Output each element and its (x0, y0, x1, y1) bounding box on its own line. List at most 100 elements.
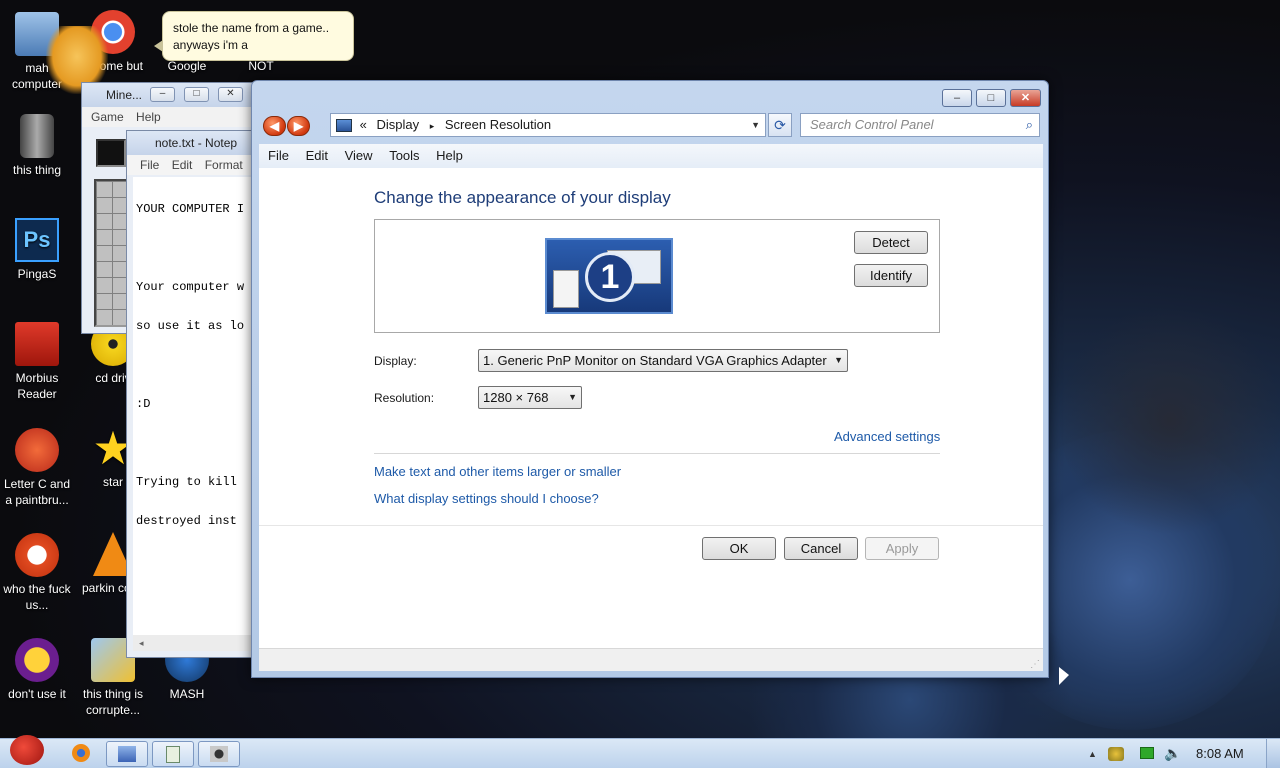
start-button[interactable] (2, 731, 50, 768)
menu-file[interactable]: File (268, 148, 289, 163)
control-panel-icon (336, 119, 352, 133)
minesweeper-titlebar[interactable]: Mine... – □ ✕ (82, 83, 252, 107)
text-line (136, 437, 251, 450)
minimize-button[interactable]: – (150, 87, 175, 102)
text-line: :D (136, 397, 151, 411)
text-line (136, 242, 251, 255)
menu-edit[interactable]: Edit (172, 158, 193, 172)
search-placeholder: Search Control Panel (810, 117, 934, 132)
action-center-icon[interactable] (1108, 747, 1124, 761)
display-select[interactable]: 1. Generic PnP Monitor on Standard VGA G… (478, 349, 848, 372)
ok-button[interactable]: OK (702, 537, 776, 560)
divider (374, 453, 940, 454)
desktop-icon-letter-c[interactable]: Letter C and a paintbru... (0, 428, 74, 508)
trash-icon (20, 114, 54, 158)
taskbar-control-panel[interactable] (106, 741, 148, 767)
screen-resolution-window[interactable]: – □ ✕ ◀ ▶ « Display ▸ Screen Resolution … (251, 80, 1049, 678)
search-icon[interactable]: ⌕ (1026, 114, 1033, 136)
menu-help[interactable]: Help (436, 148, 463, 163)
taskbar-notepad[interactable] (152, 741, 194, 767)
bubble-line: stole the name from a game.. (173, 21, 330, 35)
desktop-icon-dont-use-it[interactable]: don't use it (0, 638, 74, 702)
menu-file[interactable]: File (140, 158, 159, 172)
search-input[interactable]: Search Control Panel ⌕ (800, 113, 1040, 137)
apply-button: Apply (865, 537, 939, 560)
paintbrush-icon (15, 428, 59, 472)
text-line: Trying to kill (136, 475, 237, 489)
taskbar: ▲ 🔈 8:08 AM (0, 735, 1280, 768)
breadcrumb-screen-resolution[interactable]: Screen Resolution (445, 117, 551, 132)
notepad-text-area[interactable]: YOUR COMPUTER I Your computer w so use i… (133, 177, 251, 635)
status-bar: ⋰ (259, 648, 1043, 671)
minesweeper-icon (210, 746, 228, 762)
lightning-icon (15, 533, 59, 577)
breadcrumb-overflow[interactable]: « (360, 117, 367, 132)
bubble-line: anyways i'm a (173, 38, 248, 52)
text-size-link[interactable]: Make text and other items larger or smal… (374, 464, 621, 479)
chevron-down-icon: ▼ (834, 355, 843, 365)
menu-tools[interactable]: Tools (389, 148, 419, 163)
window-title: Mine... (106, 88, 143, 102)
text-line: so use it as lo (136, 319, 245, 333)
desktop-icon-label: who the fuck us... (3, 582, 71, 612)
monitor-1-thumbnail[interactable]: 1 (545, 238, 673, 314)
refresh-button[interactable]: ⟳ (768, 113, 792, 137)
desktop-icon-morbius-reader[interactable]: Morbius Reader (0, 322, 74, 402)
desktop-icon-this-thing[interactable]: this thing (0, 114, 74, 178)
display-settings-help-link[interactable]: What display settings should I choose? (374, 491, 599, 506)
taskbar-minesweeper[interactable] (198, 741, 240, 767)
show-hidden-icons-button[interactable]: ▲ (1088, 749, 1097, 759)
desktop-icon-who[interactable]: who the fuck us... (0, 533, 74, 613)
chevron-down-icon: ▼ (568, 392, 577, 402)
resolution-select-value: 1280 × 768 (483, 390, 549, 405)
breadcrumb-display[interactable]: Display (376, 117, 419, 132)
breadcrumb-separator[interactable]: ▸ (430, 121, 435, 131)
desktop-icon-label: PingaS (17, 267, 57, 281)
refresh-icon: ⟳ (774, 117, 786, 133)
volume-icon[interactable]: 🔈 (1164, 745, 1181, 762)
menu-format[interactable]: Format (205, 158, 243, 172)
monitor-number-badge: 1 (585, 252, 635, 302)
forward-button[interactable]: ▶ (287, 116, 310, 136)
text-line: destroyed inst (136, 514, 237, 528)
network-icon[interactable] (1140, 747, 1154, 759)
menu-game[interactable]: Game (91, 110, 124, 124)
mascot-speech-bubble: stole the name from a game.. anyways i'm… (154, 11, 354, 61)
back-button[interactable]: ◀ (263, 116, 286, 136)
pdf-reader-icon (15, 322, 59, 366)
desktop-icon-label: this thing is corrupte... (82, 687, 144, 717)
address-dropdown-icon[interactable]: ▼ (751, 114, 760, 136)
window-titlebar[interactable]: – □ ✕ (252, 81, 1048, 111)
taskbar-firefox[interactable] (60, 741, 102, 767)
yahoo-messenger-icon (15, 638, 59, 682)
maximize-button[interactable]: □ (976, 89, 1006, 107)
minefield-grid[interactable] (94, 179, 130, 327)
notepad-titlebar[interactable]: note.txt - Notep (127, 131, 253, 155)
detect-button[interactable]: Detect (854, 231, 928, 254)
window-title: note.txt - Notep (155, 136, 238, 150)
menu-view[interactable]: View (345, 148, 373, 163)
show-desktop-button[interactable] (1266, 739, 1280, 768)
resolution-label: Resolution: (374, 391, 435, 405)
mine-counter (96, 139, 126, 167)
menu-help[interactable]: Help (136, 110, 161, 124)
identify-button[interactable]: Identify (854, 264, 928, 287)
close-button[interactable]: ✕ (1010, 89, 1041, 107)
desktop-icon-pingas[interactable]: Ps PingaS (0, 218, 74, 282)
advanced-settings-link[interactable]: Advanced settings (834, 429, 940, 444)
address-field[interactable]: « Display ▸ Screen Resolution ▼ (330, 113, 766, 137)
mouse-cursor-icon (1059, 667, 1069, 685)
menu-edit[interactable]: Edit (306, 148, 328, 163)
monitor-layout-box: 1 Detect Identify (374, 219, 940, 333)
maximize-button[interactable]: □ (184, 87, 209, 102)
notepad-window[interactable]: note.txt - Notep File Edit Format YOUR C… (126, 130, 254, 658)
close-button[interactable]: ✕ (218, 87, 243, 102)
resolution-select[interactable]: 1280 × 768 ▼ (478, 386, 582, 409)
text-line: YOUR COMPUTER I (136, 202, 245, 216)
clock[interactable]: 8:08 AM (1196, 746, 1244, 761)
resize-grip-icon[interactable]: ⋰ (1030, 659, 1040, 670)
minimize-button[interactable]: – (942, 89, 972, 107)
cancel-button[interactable]: Cancel (784, 537, 858, 560)
horizontal-scrollbar[interactable]: ◂ (133, 635, 251, 651)
content-pane: Change the appearance of your display 1 … (259, 168, 1043, 648)
